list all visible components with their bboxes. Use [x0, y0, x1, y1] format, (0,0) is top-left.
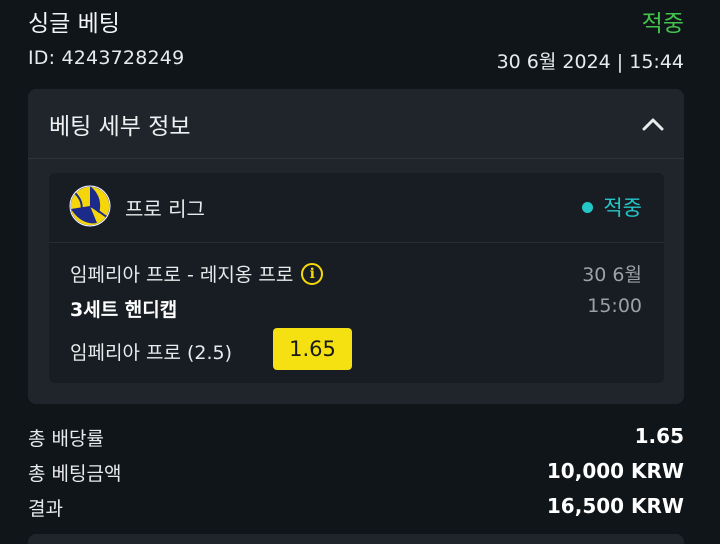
selection-name: 임페리아 프로 (2.5): [70, 342, 233, 364]
bet-details-card: 베팅 세부 정보 프로 리그 적중 임페리아 프로 - 레지옹 프로 i 30 …: [28, 89, 684, 404]
selection-card: 프로 리그 적중 임페리아 프로 - 레지옹 프로 i 30 6월 3세트 핸디…: [49, 173, 664, 383]
bet-id: ID: 4243728249: [28, 47, 185, 69]
selection-status: 적중: [582, 192, 642, 222]
match-time: 15:00: [587, 295, 642, 317]
selection-status-label: 적중: [603, 196, 642, 220]
odds-badge: 1.65: [273, 328, 352, 370]
match-row: 임페리아 프로 - 레지옹 프로 i: [70, 260, 324, 287]
bet-status: 적중: [641, 11, 684, 37]
total-stake-value: 10,000 KRW: [546, 459, 684, 483]
next-card-edge: [28, 534, 684, 544]
chevron-up-icon: [642, 118, 664, 131]
collapse-button[interactable]: [638, 109, 668, 139]
status-dot-icon: [582, 201, 594, 213]
total-stake-label: 총 베팅금액: [28, 463, 122, 485]
league-row: 프로 리그 적중: [49, 173, 664, 243]
result-label: 결과: [28, 498, 63, 520]
bet-datetime: 30 6월 2024 | 15:44: [496, 51, 684, 73]
bet-details-title: 베팅 세부 정보: [49, 114, 191, 140]
total-odds-label: 총 배당률: [28, 428, 104, 450]
total-odds-value: 1.65: [634, 424, 684, 448]
match-name: 임페리아 프로 - 레지옹 프로: [70, 264, 294, 286]
bet-details-header[interactable]: 베팅 세부 정보: [28, 89, 684, 159]
match-date: 30 6월: [582, 264, 642, 286]
result-value: 16,500 KRW: [546, 494, 684, 518]
league-name: 프로 리그: [125, 197, 205, 221]
volleyball-icon: [69, 185, 111, 227]
info-icon[interactable]: i: [301, 262, 324, 285]
market-name: 3세트 핸디캡: [70, 299, 178, 321]
bet-type-title: 싱글 베팅: [28, 11, 120, 37]
